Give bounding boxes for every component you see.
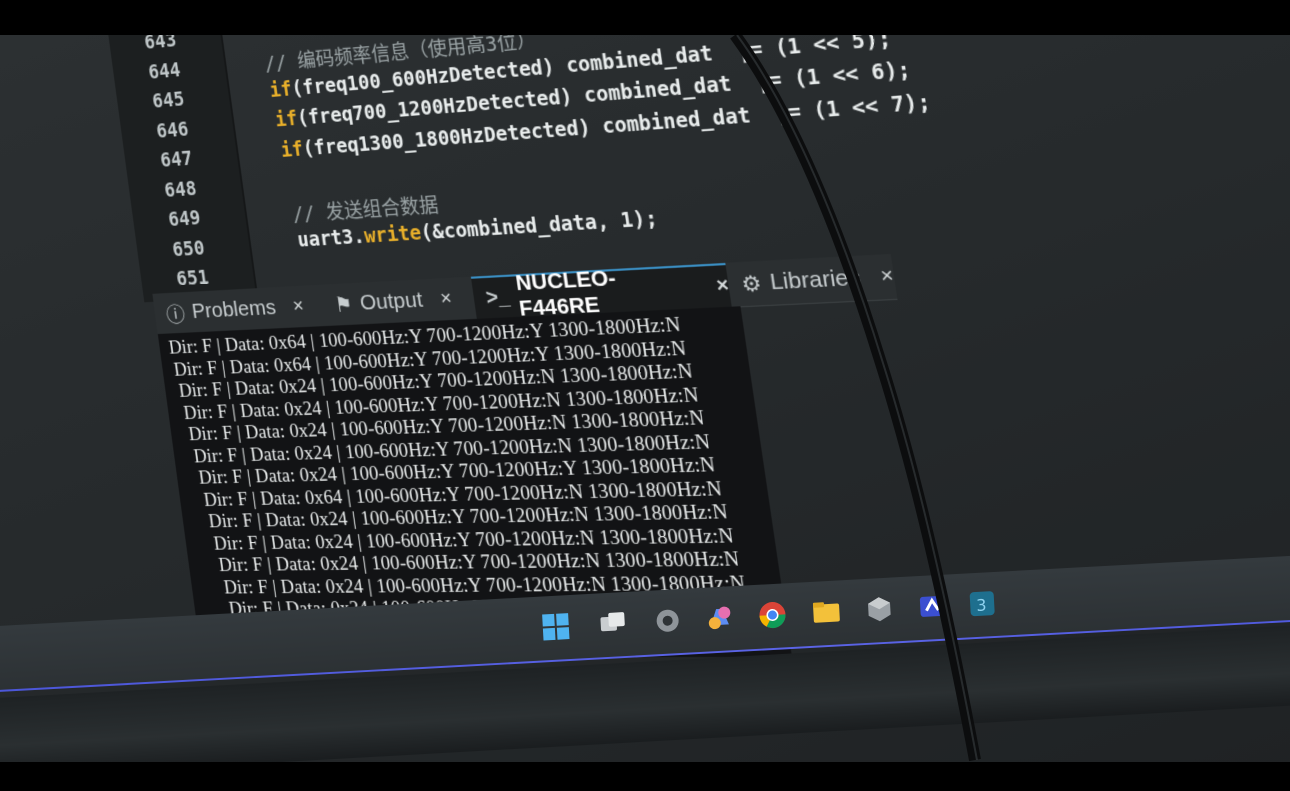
tab-libraries[interactable]: ⚙ Libraries × bbox=[725, 254, 897, 307]
line-number: 650 bbox=[170, 236, 206, 261]
svg-text:3: 3 bbox=[976, 595, 987, 615]
code-token: uart3. bbox=[296, 225, 366, 252]
gear-icon: ⚙ bbox=[739, 271, 764, 297]
ide-app-icon[interactable] bbox=[914, 588, 950, 624]
letterbox-top bbox=[0, 0, 1290, 35]
line-number: 647 bbox=[158, 147, 194, 172]
ide-window: 643 644 645 646 647 648 649 650 651 // 编码频率信息（使用… bbox=[90, 22, 1290, 669]
line-number: 649 bbox=[166, 206, 202, 232]
file-explorer-icon[interactable] bbox=[809, 594, 845, 630]
close-icon[interactable]: × bbox=[879, 264, 895, 289]
line-number: 651 bbox=[174, 266, 210, 291]
flag-icon: ⚑ bbox=[333, 293, 354, 317]
line-number: 645 bbox=[150, 88, 186, 113]
photo: 643 644 645 646 647 648 649 650 651 // 编码频率信息（使用… bbox=[0, 0, 1290, 791]
line-number: 646 bbox=[154, 117, 190, 143]
function-token: write bbox=[362, 221, 423, 248]
windows-start-icon[interactable] bbox=[538, 609, 574, 645]
copilot-icon[interactable] bbox=[702, 600, 738, 636]
close-icon[interactable]: × bbox=[291, 295, 305, 318]
code-area[interactable]: // 编码频率信息（使用高3位） if(freq100_600HzDetected… bbox=[221, 0, 1243, 296]
stm32-app-icon[interactable]: 3 bbox=[964, 586, 1000, 622]
chrome-icon[interactable] bbox=[755, 597, 791, 633]
keyword-token: if bbox=[273, 107, 299, 132]
close-icon[interactable]: × bbox=[439, 287, 453, 311]
task-view-icon[interactable] bbox=[595, 606, 631, 642]
terminal-icon: >_ bbox=[484, 284, 512, 310]
tab-label: Libraries bbox=[768, 264, 863, 295]
tab-output[interactable]: ⚑ Output × bbox=[320, 277, 476, 326]
code-token: (&combined_data, 1); bbox=[419, 206, 660, 245]
code-token: |= (1 << 7); bbox=[748, 89, 933, 128]
tab-label: Output bbox=[358, 287, 425, 315]
info-circle-icon: ⓘ bbox=[164, 303, 187, 327]
code-token: |= (1 << 6); bbox=[729, 57, 913, 97]
letterbox-bottom bbox=[0, 762, 1290, 791]
settings-icon[interactable] bbox=[650, 603, 686, 639]
line-number: 644 bbox=[146, 58, 182, 84]
ide-editor: 643 644 645 646 647 648 649 650 651 // 编码频率信息（使用… bbox=[90, 0, 1290, 669]
line-number: 648 bbox=[162, 177, 198, 202]
tab-label: Problems bbox=[190, 295, 278, 324]
3d-app-icon[interactable] bbox=[861, 591, 897, 627]
